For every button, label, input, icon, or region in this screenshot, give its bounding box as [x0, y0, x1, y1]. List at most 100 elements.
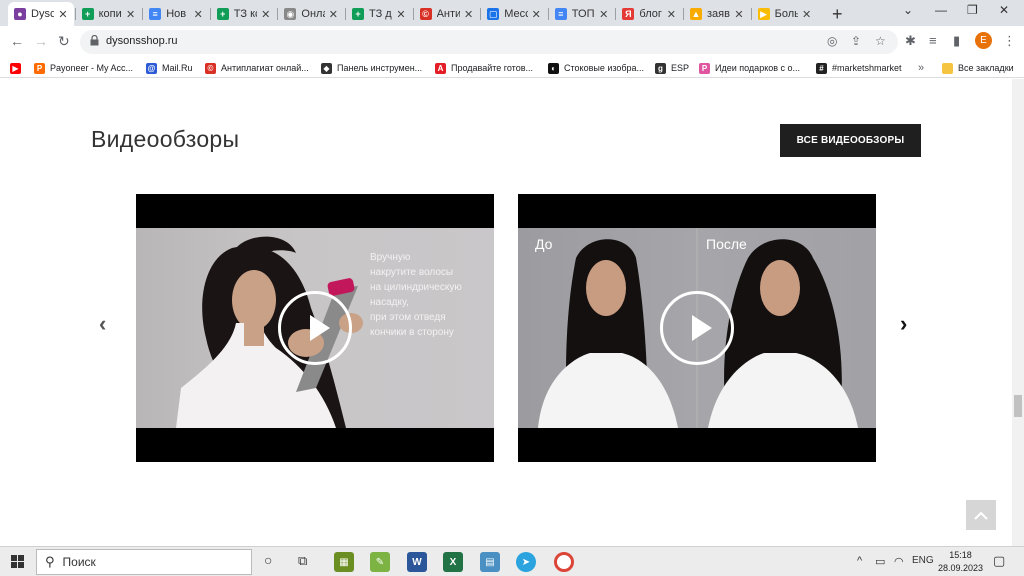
tab-close-icon[interactable]: ✕ [667, 8, 676, 21]
bookmark-item[interactable]: @ Mail.Ru [146, 61, 193, 75]
search-icon: ⚲ [45, 554, 55, 569]
bookmark-item[interactable]: © Антиплагиат онлай... [205, 61, 309, 75]
profile-avatar[interactable]: E [975, 32, 992, 49]
tracking-off-icon[interactable]: ◎ [827, 34, 837, 48]
browser-tab[interactable]: ● Dysc ✕ [8, 2, 74, 26]
browser-tab[interactable]: ▢ Месс ✕ [481, 2, 547, 26]
taskbar-search-box[interactable]: ⚲ Поиск [36, 549, 252, 575]
browser-tab[interactable]: ≡ ТОП ✕ [549, 2, 615, 26]
bookmark-item[interactable]: ◐ Стоковые изобра... [548, 61, 644, 75]
share-icon[interactable]: ⇪ [851, 34, 861, 48]
carousel-prev-icon[interactable]: ‹ [99, 311, 106, 337]
bookmark-item[interactable]: P Payoneer - My Acc... [34, 61, 133, 75]
tab-favicon-icon: + [81, 8, 94, 20]
bookmark-item[interactable]: ▶ [10, 61, 26, 75]
calculator-app-icon[interactable]: ▦ [334, 552, 354, 572]
before-label: До [535, 236, 553, 252]
all-bookmarks-folder[interactable]: Все закладки [942, 61, 1014, 75]
battery-icon[interactable]: ▭ [875, 555, 885, 568]
browser-tab[interactable]: + ТЗ кс ✕ [211, 2, 277, 26]
menu-icon[interactable]: ⋮ [1003, 33, 1016, 49]
tab-close-icon[interactable]: ✕ [464, 8, 473, 21]
bookmark-favicon-icon: ◐ [548, 62, 559, 74]
language-indicator[interactable]: ENG [912, 555, 934, 566]
tab-close-icon[interactable]: ✕ [599, 8, 608, 21]
tab-close-icon[interactable]: ✕ [194, 8, 203, 21]
back-icon[interactable]: ← [10, 33, 24, 49]
word-app-icon[interactable]: W [407, 552, 427, 572]
page-scrollbar[interactable] [1012, 79, 1024, 546]
bookmark-item[interactable]: ◆ Панель инструмен... [321, 61, 422, 75]
forward-icon[interactable]: → [34, 33, 48, 49]
video-thumbnail-1[interactable]: Вручную накрутите волосы на цилиндрическ… [136, 228, 494, 428]
bookmark-item[interactable]: # #marketshmarket [816, 61, 902, 75]
play-button-1[interactable] [278, 291, 352, 365]
explorer-app-icon[interactable]: ▤ [480, 552, 500, 572]
system-clock[interactable]: 15:18 28.09.2023 [938, 549, 983, 575]
play-button-2[interactable] [660, 291, 734, 365]
lock-icon[interactable] [90, 35, 99, 46]
carousel-next-icon[interactable]: › [900, 311, 907, 337]
tab-separator [480, 8, 482, 20]
browser-tab[interactable]: ▲ заяв ✕ [684, 2, 750, 26]
address-bar[interactable]: dysonsshop.ru ◎ ⇪ ☆ [80, 30, 898, 54]
new-tab-button[interactable]: + [832, 4, 843, 25]
scrollbar-thumb[interactable] [1014, 395, 1022, 417]
wifi-icon[interactable]: ◠ [894, 555, 904, 568]
tab-close-icon[interactable]: ✕ [734, 8, 743, 21]
telegram-app-icon[interactable]: ➤ [516, 552, 536, 572]
tab-separator [750, 8, 752, 20]
windows-start-icon[interactable] [11, 555, 24, 568]
bookmarks-more-icon[interactable]: » [918, 61, 924, 75]
bookmark-item[interactable]: g ESP [655, 61, 689, 75]
scroll-to-top-button[interactable] [966, 500, 996, 530]
tab-close-icon[interactable]: ✕ [126, 8, 135, 21]
restore-icon[interactable]: ❐ [967, 3, 978, 17]
url-text[interactable]: dysonsshop.ru [106, 35, 178, 47]
tab-separator [547, 8, 549, 20]
browser-tab[interactable]: ≡ Нов ✕ [143, 2, 209, 26]
browser-tab[interactable]: © Анти ✕ [414, 2, 480, 26]
video-thumbnail-2[interactable]: До После [518, 228, 876, 428]
video-card-1[interactable]: Вручную накрутите волосы на цилиндрическ… [136, 194, 494, 462]
tab-favicon-icon: ▶ [757, 8, 770, 20]
tray-expand-icon[interactable]: ^ [857, 555, 862, 567]
browser-tab[interactable]: + копи ✕ [76, 2, 142, 26]
browser-tab[interactable]: ▶ Боль ✕ [752, 2, 818, 26]
close-window-icon[interactable]: ✕ [999, 3, 1009, 17]
paint-app-icon[interactable]: ✎ [370, 552, 390, 572]
minimize-icon[interactable]: — [935, 3, 947, 17]
browser-tab[interactable]: + ТЗ д ✕ [346, 2, 412, 26]
side-panel-icon[interactable]: ▮ [953, 33, 960, 49]
browser-tab[interactable]: Яблог ✕ [616, 2, 682, 26]
tab-title: ТЗ кс [233, 8, 257, 20]
tab-favicon-icon: Я [622, 8, 635, 20]
bookmark-star-icon[interactable]: ☆ [875, 34, 886, 48]
chrome-app-icon[interactable] [554, 552, 574, 572]
tab-close-icon[interactable]: ✕ [261, 8, 270, 21]
bookmark-item[interactable]: A Продавайте готов... [435, 61, 533, 75]
excel-app-icon[interactable]: X [443, 552, 463, 572]
tab-favicon-icon: ◉ [284, 8, 297, 20]
media-control-icon[interactable]: ≡ [929, 33, 937, 48]
taskbar-search-placeholder: Поиск [62, 555, 96, 569]
tab-search-chevron-icon[interactable]: ⌄ [903, 3, 913, 17]
notifications-icon[interactable]: ▢ [993, 553, 1005, 569]
tab-close-icon[interactable]: ✕ [329, 8, 338, 21]
tab-close-icon[interactable]: ✕ [396, 8, 405, 21]
browser-tab[interactable]: ◉ Онла ✕ [278, 2, 344, 26]
video-card-2[interactable]: До После [518, 194, 876, 462]
reload-icon[interactable]: ↻ [58, 33, 70, 50]
tab-close-icon[interactable]: ✕ [532, 8, 541, 21]
tab-title: Месс [504, 8, 527, 20]
tab-separator [683, 8, 684, 20]
tab-close-icon[interactable]: ✕ [58, 8, 67, 21]
all-videos-button[interactable]: ВСЕ ВИДЕООБЗОРЫ [780, 124, 921, 157]
tab-favicon-icon: + [352, 8, 364, 20]
task-view-circle-icon[interactable]: ○ [264, 552, 272, 568]
extensions-icon[interactable]: ✱ [905, 33, 916, 49]
widgets-icon[interactable]: ⧉ [298, 553, 307, 569]
bookmark-label: Mail.Ru [162, 63, 193, 73]
tab-close-icon[interactable]: ✕ [802, 8, 811, 21]
bookmark-item[interactable]: P Идеи подарков с о... [699, 61, 800, 75]
